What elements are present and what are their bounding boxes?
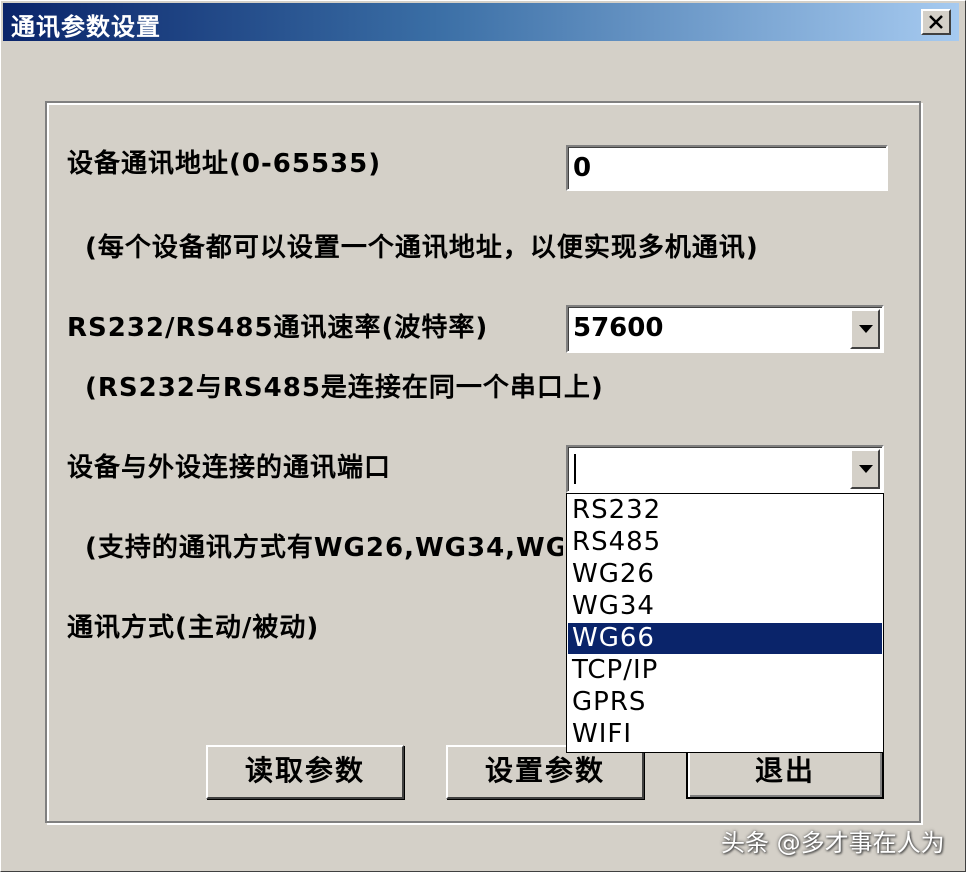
set-params-button[interactable]: 设置参数 <box>446 745 644 799</box>
baud-note: (RS232与RS485是连接在同一个串口上) <box>85 373 604 403</box>
address-note: (每个设备都可以设置一个通讯地址，以便实现多机通讯) <box>85 233 759 263</box>
baud-dropdown-button[interactable] <box>850 309 880 349</box>
watermark: 头条 @多才事在人为 <box>721 829 945 857</box>
port-note: (支持的通讯方式有WG26,WG34,WG6 <box>85 533 563 563</box>
port-label: 设备与外设连接的通讯端口 <box>67 453 392 483</box>
port-dropdown-list[interactable]: RS232 RS485 WG26 WG34 WG66 TCP/IP GPRS W… <box>566 493 884 753</box>
comm-settings-dialog: 通讯参数设置 设备通讯地址(0-65535) 0 (每个设备都可以设置一个通讯地… <box>0 0 966 872</box>
baud-label: RS232/RS485通讯速率(波特率) <box>67 313 489 343</box>
port-option-wg26[interactable]: WG26 <box>568 559 882 590</box>
baud-value: 57600 <box>573 313 664 343</box>
address-label: 设备通讯地址(0-65535) <box>67 149 382 179</box>
port-option-tcpip[interactable]: TCP/IP <box>568 655 882 686</box>
port-dropdown-button[interactable] <box>850 449 880 489</box>
baud-select[interactable]: 57600 <box>566 305 884 353</box>
port-option-rs232[interactable]: RS232 <box>568 495 882 526</box>
read-params-button[interactable]: 读取参数 <box>206 745 404 799</box>
exit-button[interactable]: 退出 <box>686 745 884 799</box>
port-select[interactable] <box>566 445 884 493</box>
port-option-wg34[interactable]: WG34 <box>568 591 882 622</box>
address-input[interactable]: 0 <box>566 145 888 191</box>
chevron-down-icon <box>859 465 873 473</box>
port-option-wg66[interactable]: WG66 <box>568 623 882 654</box>
title-bar[interactable]: 通讯参数设置 <box>3 3 959 41</box>
close-button[interactable] <box>921 9 951 35</box>
port-option-gprs[interactable]: GPRS <box>568 687 882 718</box>
window-title: 通讯参数设置 <box>11 13 161 41</box>
port-option-rs485[interactable]: RS485 <box>568 527 882 558</box>
close-icon <box>929 15 943 29</box>
mode-label: 通讯方式(主动/被动) <box>67 613 320 643</box>
text-caret <box>574 454 576 484</box>
port-option-wifi[interactable]: WIFI <box>568 719 882 750</box>
chevron-down-icon <box>859 325 873 333</box>
